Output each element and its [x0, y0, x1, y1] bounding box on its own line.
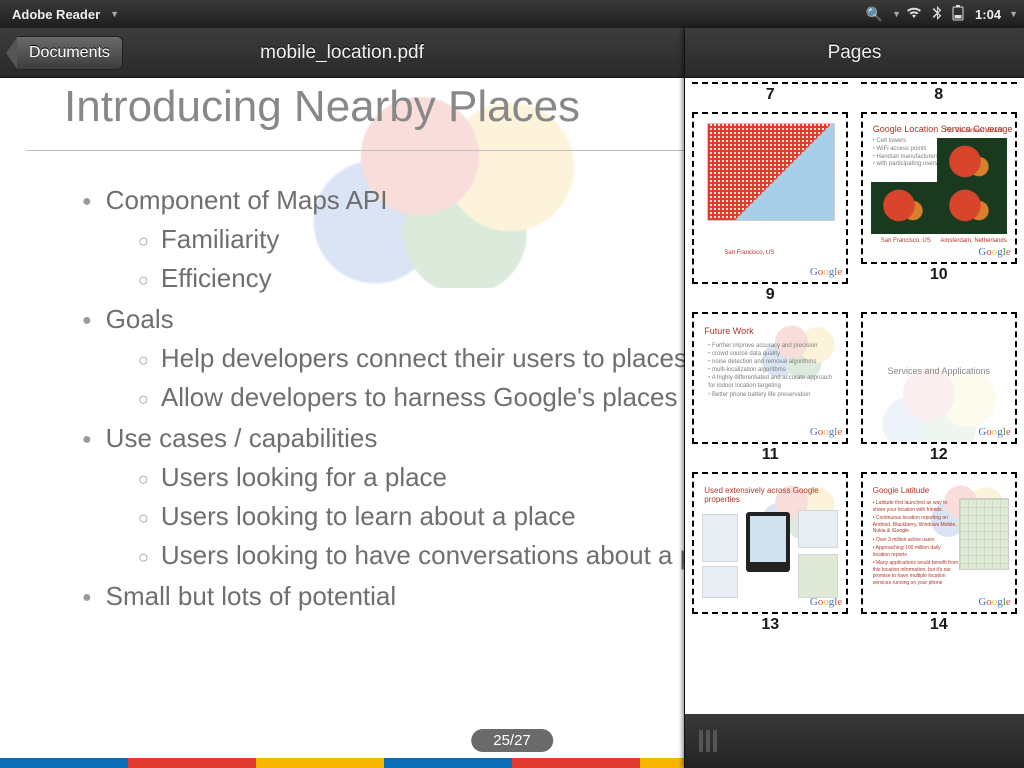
page-number: 8 [934, 86, 943, 104]
back-button[interactable]: Documents [6, 36, 123, 70]
pages-panel-title: Pages [685, 28, 1024, 78]
google-logo: Google [978, 596, 1010, 608]
page-thumbnail[interactable]: Google LatitudeLatitude first launched a… [860, 472, 1019, 638]
battery-icon [952, 5, 964, 24]
status-bar: Adobe Reader ▼ 🔍 ▼ 1:04 ▼ [0, 0, 1024, 28]
google-logo: Google [810, 266, 842, 278]
page-number: 7 [766, 86, 775, 104]
page-counter: 25/27 [471, 729, 553, 752]
page-number: 11 [762, 446, 779, 464]
page-thumbnail[interactable]: Services and ApplicationsGoogle12 [860, 312, 1019, 468]
page-number: 10 [930, 266, 948, 284]
system-menu-chevron-icon[interactable]: ▼ [1009, 9, 1018, 19]
pages-panel-footer [685, 714, 1024, 768]
page-thumbnail[interactable]: 7 [691, 82, 850, 108]
pages-panel: Pages 78San Francisco, USGoogle9Google L… [684, 28, 1024, 768]
google-logo: Google [810, 596, 842, 608]
app-menu-chevron-icon[interactable]: ▼ [110, 9, 119, 19]
app-menu[interactable]: Adobe Reader [6, 7, 106, 22]
back-button-label: Documents [17, 36, 123, 70]
search-icon[interactable]: 🔍 [866, 6, 883, 23]
page-thumbnail[interactable]: 8 [860, 82, 1019, 108]
page-number: 12 [930, 446, 948, 464]
google-logo: Google [810, 426, 842, 438]
page-thumbnail[interactable]: Google Location Service CoverageCell tow… [860, 112, 1019, 308]
page-thumbnail[interactable]: Future WorkFurther improve accuracy and … [691, 312, 850, 468]
pages-scroll[interactable]: 78San Francisco, USGoogle9Google Locatio… [685, 78, 1024, 714]
page-number: 14 [930, 616, 948, 634]
google-logo: Google [978, 246, 1010, 258]
drag-handle-icon[interactable] [699, 730, 717, 752]
page-number: 13 [761, 616, 779, 634]
page-thumbnail[interactable]: Used extensively across Google propertie… [691, 472, 850, 638]
bluetooth-icon [932, 6, 942, 23]
page-number: 9 [766, 286, 775, 304]
wifi-icon [906, 6, 922, 22]
search-chevron-icon[interactable]: ▼ [892, 9, 901, 19]
google-logo: Google [978, 426, 1010, 438]
page-thumbnail[interactable]: San Francisco, USGoogle9 [691, 112, 850, 308]
clock: 1:04 [975, 7, 1001, 22]
